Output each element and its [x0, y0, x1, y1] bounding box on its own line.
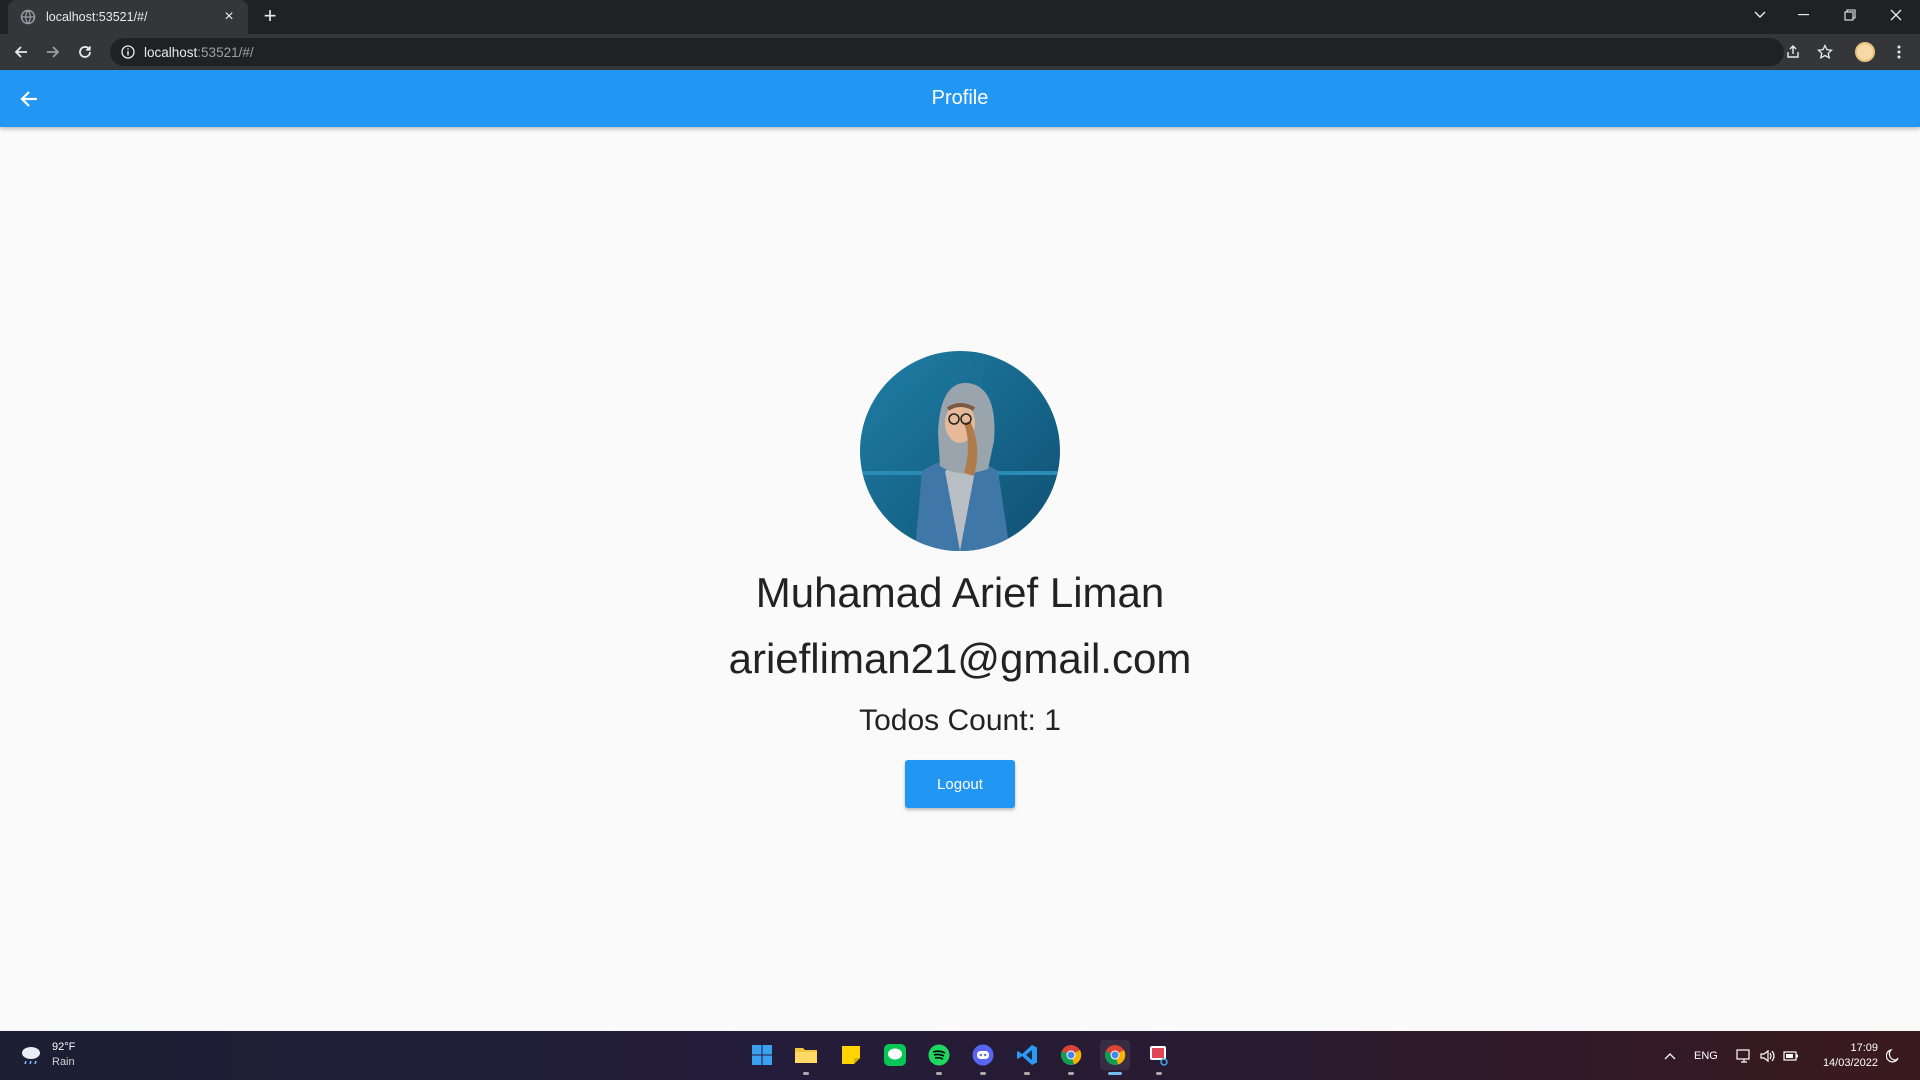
site-info-icon[interactable]	[120, 44, 136, 60]
weather-widget[interactable]: 92°F Rain	[18, 1040, 75, 1070]
todos-count: Todos Count: 1	[859, 704, 1061, 737]
line-app-icon[interactable]	[880, 1040, 910, 1070]
battery-icon[interactable]	[1783, 1031, 1799, 1080]
browser-tab-strip: localhost:53521/#/ × +	[0, 0, 1920, 34]
spotify-icon[interactable]	[924, 1040, 954, 1075]
volume-icon[interactable]	[1760, 1031, 1776, 1080]
restore-icon[interactable]	[1828, 0, 1872, 30]
file-explorer-icon[interactable]	[791, 1040, 821, 1075]
page-title: Profile	[931, 87, 989, 109]
new-tab-button[interactable]: +	[258, 5, 282, 29]
browser-toolbar: localhost:53521/#/	[0, 34, 1920, 70]
network-icon[interactable]	[1736, 1031, 1752, 1080]
back-nav-icon[interactable]	[8, 39, 34, 65]
weather-condition: Rain	[52, 1056, 75, 1068]
chrome-active-icon[interactable]	[1100, 1040, 1130, 1075]
tab-search-icon[interactable]	[1738, 0, 1782, 30]
start-icon[interactable]	[747, 1040, 777, 1070]
close-window-icon[interactable]	[1874, 0, 1918, 30]
vscode-icon[interactable]	[1012, 1040, 1042, 1075]
discord-icon[interactable]	[968, 1040, 998, 1075]
user-email: ariefliman21@gmail.com	[728, 635, 1192, 682]
profile-photo	[860, 351, 1060, 551]
minimize-icon[interactable]	[1782, 0, 1826, 30]
bookmark-star-icon[interactable]	[1812, 39, 1838, 65]
reload-icon[interactable]	[72, 39, 98, 65]
clock-date: 14/03/2022	[1822, 1057, 1878, 1069]
language-indicator[interactable]: ENG	[1694, 1031, 1718, 1080]
tab-title: localhost:53521/#/	[46, 10, 148, 24]
share-icon[interactable]	[1780, 39, 1806, 65]
chrome-icon[interactable]	[1056, 1040, 1086, 1075]
globe-icon	[20, 9, 36, 25]
weather-temp: 92°F	[52, 1041, 76, 1053]
notification-moon-icon[interactable]	[1886, 1031, 1900, 1080]
sticky-notes-icon[interactable]	[836, 1040, 866, 1070]
more-menu-icon[interactable]	[1886, 39, 1912, 65]
app-bar: Profile	[0, 70, 1920, 127]
rain-cloud-icon	[18, 1042, 44, 1068]
system-clock[interactable]: 17:09 14/03/2022	[1806, 1041, 1878, 1071]
url-path: :53521/#/	[197, 44, 254, 60]
close-tab-icon[interactable]: ×	[220, 8, 238, 26]
snipping-tool-icon[interactable]	[1144, 1040, 1174, 1075]
forward-nav-icon[interactable]	[40, 39, 66, 65]
profile-content: Muhamad Arief Liman ariefliman21@gmail.c…	[0, 127, 1920, 1031]
clock-time: 17:09	[1850, 1042, 1878, 1054]
browser-tab[interactable]: localhost:53521/#/ ×	[8, 0, 248, 34]
url-host: localhost	[144, 44, 198, 60]
windows-taskbar: 92°F Rain ENG 17:09 14/03/2022	[0, 1031, 1920, 1080]
logout-button[interactable]: Logout	[905, 760, 1015, 808]
address-bar[interactable]: localhost:53521/#/	[110, 38, 1784, 66]
show-hidden-icons-chevron-icon[interactable]	[1664, 1031, 1676, 1080]
user-name: Muhamad Arief Liman	[755, 569, 1165, 616]
profile-avatar-icon[interactable]	[1852, 39, 1878, 65]
